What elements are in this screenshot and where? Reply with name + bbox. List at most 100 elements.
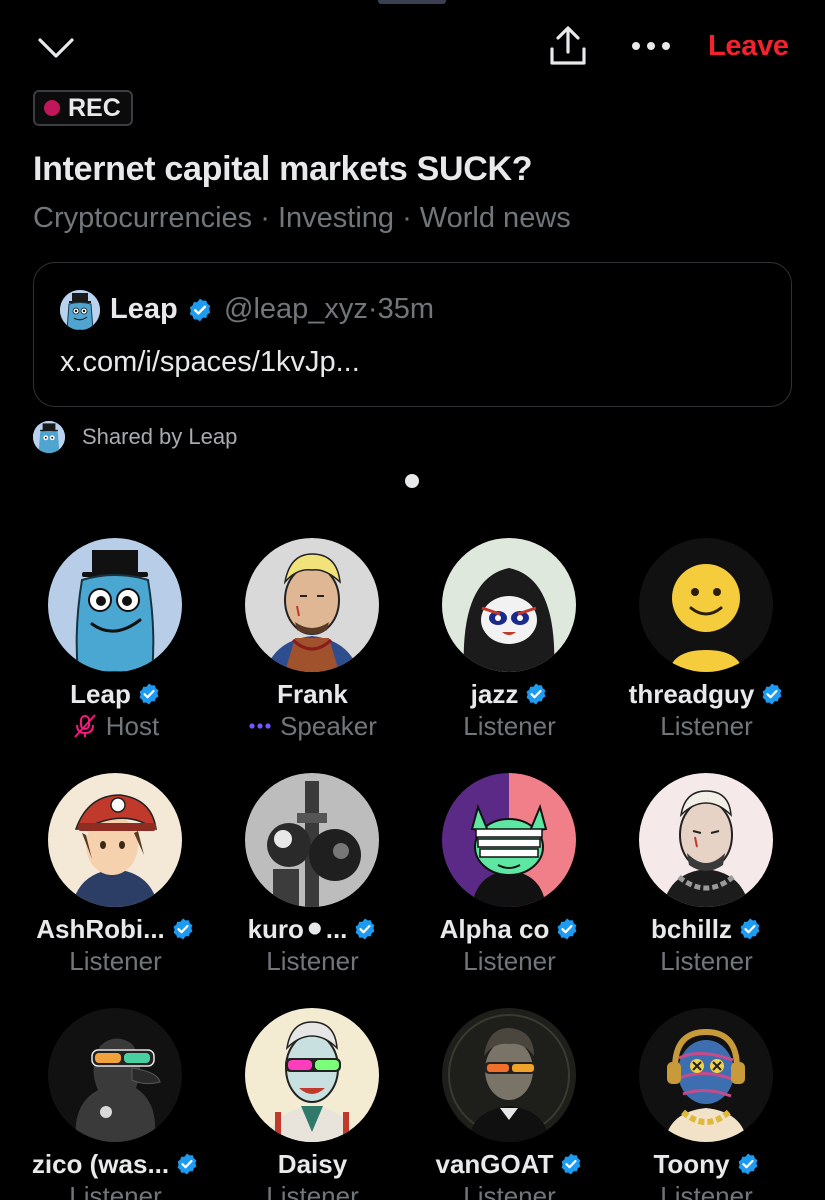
participant-name-text: zico (was... [31, 1148, 170, 1179]
participant-name-text: bchillz [651, 913, 732, 944]
avatar[interactable] [245, 538, 379, 672]
participant-tile[interactable]: Daisy Listener [214, 1008, 411, 1200]
participant-role-text: Listener [69, 945, 162, 976]
participant-tile[interactable]: jazz Listener [411, 538, 608, 768]
recording-badge: REC [33, 90, 133, 126]
participant-role: Listener [17, 945, 214, 977]
participant-name: vanGOAT [411, 1148, 608, 1180]
participant-name-text: threadguy [628, 678, 755, 709]
verified-badge-icon [187, 297, 213, 328]
avatar[interactable] [442, 773, 576, 907]
participant-role-text: Listener [463, 710, 556, 741]
participant-name: kuro⚫... [214, 913, 411, 945]
speaking-dots-icon [249, 723, 271, 729]
participant-name: threadguy [608, 678, 805, 710]
avatar[interactable] [639, 1008, 773, 1142]
participant-name: Toony [608, 1148, 805, 1180]
participant-role: Listener [608, 945, 805, 977]
participant-name-text: Daisy [277, 1148, 348, 1179]
avatar[interactable] [442, 538, 576, 672]
post-link-text[interactable]: x.com/i/spaces/1kvJp... [60, 346, 360, 379]
participant-role: Listener [17, 1180, 214, 1200]
participant-name-text: Toony [653, 1148, 730, 1179]
post-author-name[interactable]: Leap [110, 293, 178, 326]
participant-tile[interactable]: Frank Speaker [214, 538, 411, 768]
participant-name: Alpha co [411, 913, 608, 945]
participant-role: Listener [411, 1180, 608, 1200]
sheet-grab-handle[interactable] [378, 0, 446, 4]
verified-badge-icon [139, 683, 159, 705]
avatar [33, 421, 65, 453]
participant-tile[interactable]: AshRobi... Listener [17, 773, 214, 1003]
participant-name: jazz [411, 678, 608, 710]
mic-muted-icon [74, 714, 96, 738]
avatar[interactable] [639, 538, 773, 672]
participant-role: Host [17, 710, 214, 742]
participant-role-text: Listener [69, 1180, 162, 1200]
separator: · [367, 293, 378, 325]
participant-tile[interactable]: zico (was... Listener [17, 1008, 214, 1200]
participant-name: Frank [214, 678, 411, 710]
participant-name-text: AshRobi... [36, 913, 165, 944]
participant-tile[interactable]: bchillz Listener [608, 773, 805, 1003]
avatar[interactable] [60, 290, 100, 330]
participant-name: AshRobi... [17, 913, 214, 945]
avatar[interactable] [245, 773, 379, 907]
avatar[interactable] [48, 1008, 182, 1142]
verified-badge-icon [762, 683, 782, 705]
participant-role-text: Host [105, 710, 160, 741]
participant-tile[interactable]: Toony Listener [608, 1008, 805, 1200]
avatar[interactable] [245, 1008, 379, 1142]
participant-name-text: kuro⚫... [247, 913, 348, 944]
recording-label: REC [68, 93, 121, 122]
avatar[interactable] [442, 1008, 576, 1142]
shared-by-text: Shared by Leap [82, 424, 238, 449]
space-top-bar: Leave [0, 18, 825, 78]
verified-badge-icon [356, 918, 375, 940]
participant-role: Listener [214, 945, 411, 977]
participant-tile[interactable]: vanGOAT Listener [411, 1008, 608, 1200]
space-sheet: Leave REC Internet capital markets SUCK?… [0, 0, 825, 1200]
participant-role-text: Listener [660, 945, 753, 976]
post-handle-time: @leap_xyz·35m [224, 293, 434, 326]
verified-badge-icon [740, 918, 760, 940]
shared-post-card[interactable]: Leap @leap_xyz·35m x.com/i/spaces/1kvJp.… [33, 262, 792, 407]
participant-name-text: Alpha co [439, 913, 550, 944]
participant-name: Daisy [214, 1148, 411, 1180]
space-title: Internet capital markets SUCK? [33, 150, 533, 188]
participant-role: Listener [608, 710, 805, 742]
verified-badge-icon [526, 683, 546, 705]
avatar[interactable] [48, 773, 182, 907]
shared-by-row: Shared by Leap [33, 420, 237, 454]
participant-tile[interactable]: kuro⚫... Listener [214, 773, 411, 1003]
leave-button[interactable]: Leave [708, 30, 789, 63]
verified-badge-icon [173, 918, 193, 940]
participant-role-text: Speaker [280, 710, 377, 741]
page-indicator-dot [405, 474, 419, 488]
participant-tile[interactable]: Alpha co Listener [411, 773, 608, 1003]
post-handle: @leap_xyz [224, 293, 368, 325]
participant-role: Speaker [214, 710, 411, 742]
participant-role: Listener [411, 710, 608, 742]
participant-tile[interactable]: threadguy Listener [608, 538, 805, 768]
participant-name-text: vanGOAT [435, 1148, 554, 1179]
participant-name-text: Leap [70, 678, 131, 709]
participant-role: Listener [608, 1180, 805, 1200]
participant-tile[interactable]: Leap Host [17, 538, 214, 768]
chevron-down-icon[interactable] [34, 26, 78, 70]
participant-role: Listener [411, 945, 608, 977]
avatar[interactable] [48, 538, 182, 672]
avatar[interactable] [639, 773, 773, 907]
participant-name-text: Frank [277, 678, 348, 709]
participant-role-text: Listener [660, 710, 753, 741]
participant-name: Leap [17, 678, 214, 710]
participant-name: bchillz [608, 913, 805, 945]
verified-badge-icon [557, 918, 577, 940]
space-topics: Cryptocurrencies · Investing · World new… [33, 202, 571, 234]
more-dots-icon[interactable] [628, 26, 674, 66]
participant-role-text: Listener [463, 945, 556, 976]
participant-name-text: jazz [470, 678, 519, 709]
share-upload-icon[interactable] [546, 22, 590, 70]
record-dot-icon [44, 100, 60, 116]
participant-role-text: Listener [463, 1180, 556, 1200]
